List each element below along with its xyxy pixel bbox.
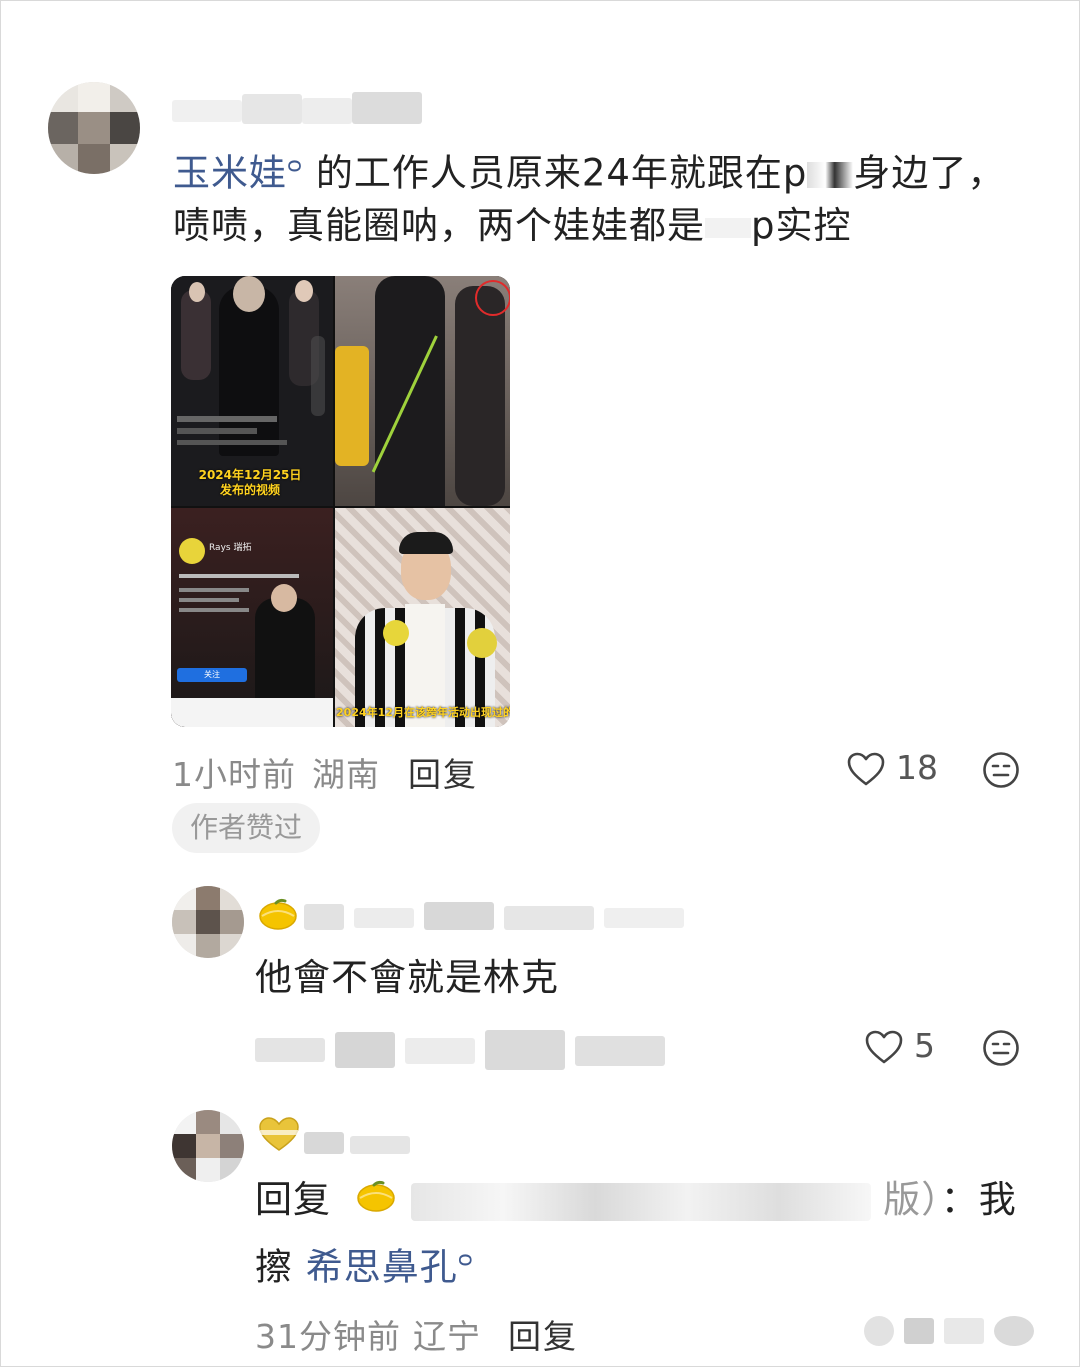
comment-text: 玉米娃ᴑ 的工作人员原来24年就跟在p 身边了， 啧啧，真能圈呐，两个娃娃都是 p实…	[173, 136, 1033, 256]
reply-text-start: 我	[978, 1178, 1017, 1221]
search-sup-icon[interactable]: ᴑ	[458, 1247, 474, 1272]
comment-line1: 的工作人员原来24年就跟在p	[315, 151, 808, 195]
mention-link[interactable]: 希思鼻孔	[306, 1245, 458, 1288]
username-blurred[interactable]	[172, 88, 432, 128]
avatar[interactable]	[172, 1110, 244, 1182]
neutral-face-icon[interactable]	[982, 751, 1020, 789]
reply-colon: ：	[940, 1178, 979, 1221]
avatar[interactable]	[172, 886, 244, 958]
comment-location: 湖南	[312, 755, 380, 794]
redacted-mark	[807, 161, 854, 188]
lemon-badge-icon	[354, 1172, 398, 1232]
image-panel-crowd	[335, 276, 510, 506]
collage-profile-name: Rays 瑞拓	[209, 543, 252, 553]
reply-target-tail: 版）	[883, 1178, 941, 1221]
collage-follow: 关注	[177, 668, 247, 682]
reply-prefix: 回复	[255, 1178, 331, 1221]
reply-line2: 擦	[255, 1245, 293, 1289]
comment-line2: 啧啧，真能圈呐，两个娃娃都是	[173, 204, 705, 247]
comment-line1-tail: 身边了，	[853, 151, 1006, 195]
reply-meta-blurred	[255, 1028, 675, 1072]
reply-text: 他會不會就是林克	[255, 956, 559, 999]
comment-image[interactable]: 2024年12月25日 发布的视频 Rays 瑞拓 关注 2024年12月在该跨…	[171, 276, 510, 727]
search-sup-icon[interactable]: ᴑ	[287, 153, 303, 178]
avatar[interactable]	[48, 82, 140, 174]
heart-badge-icon	[256, 1116, 302, 1156]
username-blurred[interactable]	[304, 898, 704, 934]
comment-time: 1小时前	[172, 755, 296, 794]
collage-caption-top-sub: 发布的视频	[219, 483, 280, 497]
image-panel-profile: Rays 瑞拓 关注	[171, 508, 333, 727]
reply-button[interactable]: 回复	[508, 1310, 578, 1358]
redacted-mark	[705, 217, 751, 238]
reply-button[interactable]: 回复	[408, 748, 478, 796]
reply-actions-blurred	[864, 1310, 1044, 1350]
reply-location: 辽宁	[413, 1317, 481, 1356]
reply-text: 回复 版）：我 擦 希思鼻孔ᴑ	[255, 1170, 1035, 1290]
image-panel-video: 2024年12月25日 发布的视频	[171, 276, 333, 506]
lemon-badge-icon	[256, 898, 300, 936]
heart-outline-icon[interactable]	[846, 751, 886, 787]
heart-outline-icon[interactable]	[864, 1029, 904, 1065]
reply-target-blurred[interactable]	[410, 1182, 871, 1221]
like-count: 18	[896, 748, 938, 787]
reply-time: 31分钟前	[255, 1317, 401, 1356]
neutral-face-icon[interactable]	[982, 1029, 1020, 1067]
collage-caption-bottom: 2024年12月在该跨年活动出现过的	[336, 706, 510, 719]
image-panel-person: 2024年12月在该跨年活动出现过的	[335, 508, 510, 727]
username-blurred[interactable]	[304, 1128, 424, 1156]
comment-line2-tail: p实控	[751, 204, 852, 247]
like-count: 5	[914, 1026, 935, 1065]
mention-link[interactable]: 玉米娃	[173, 151, 287, 194]
collage-caption-top: 2024年12月25日	[198, 468, 302, 482]
author-liked-pill: 作者赞过	[172, 803, 321, 853]
